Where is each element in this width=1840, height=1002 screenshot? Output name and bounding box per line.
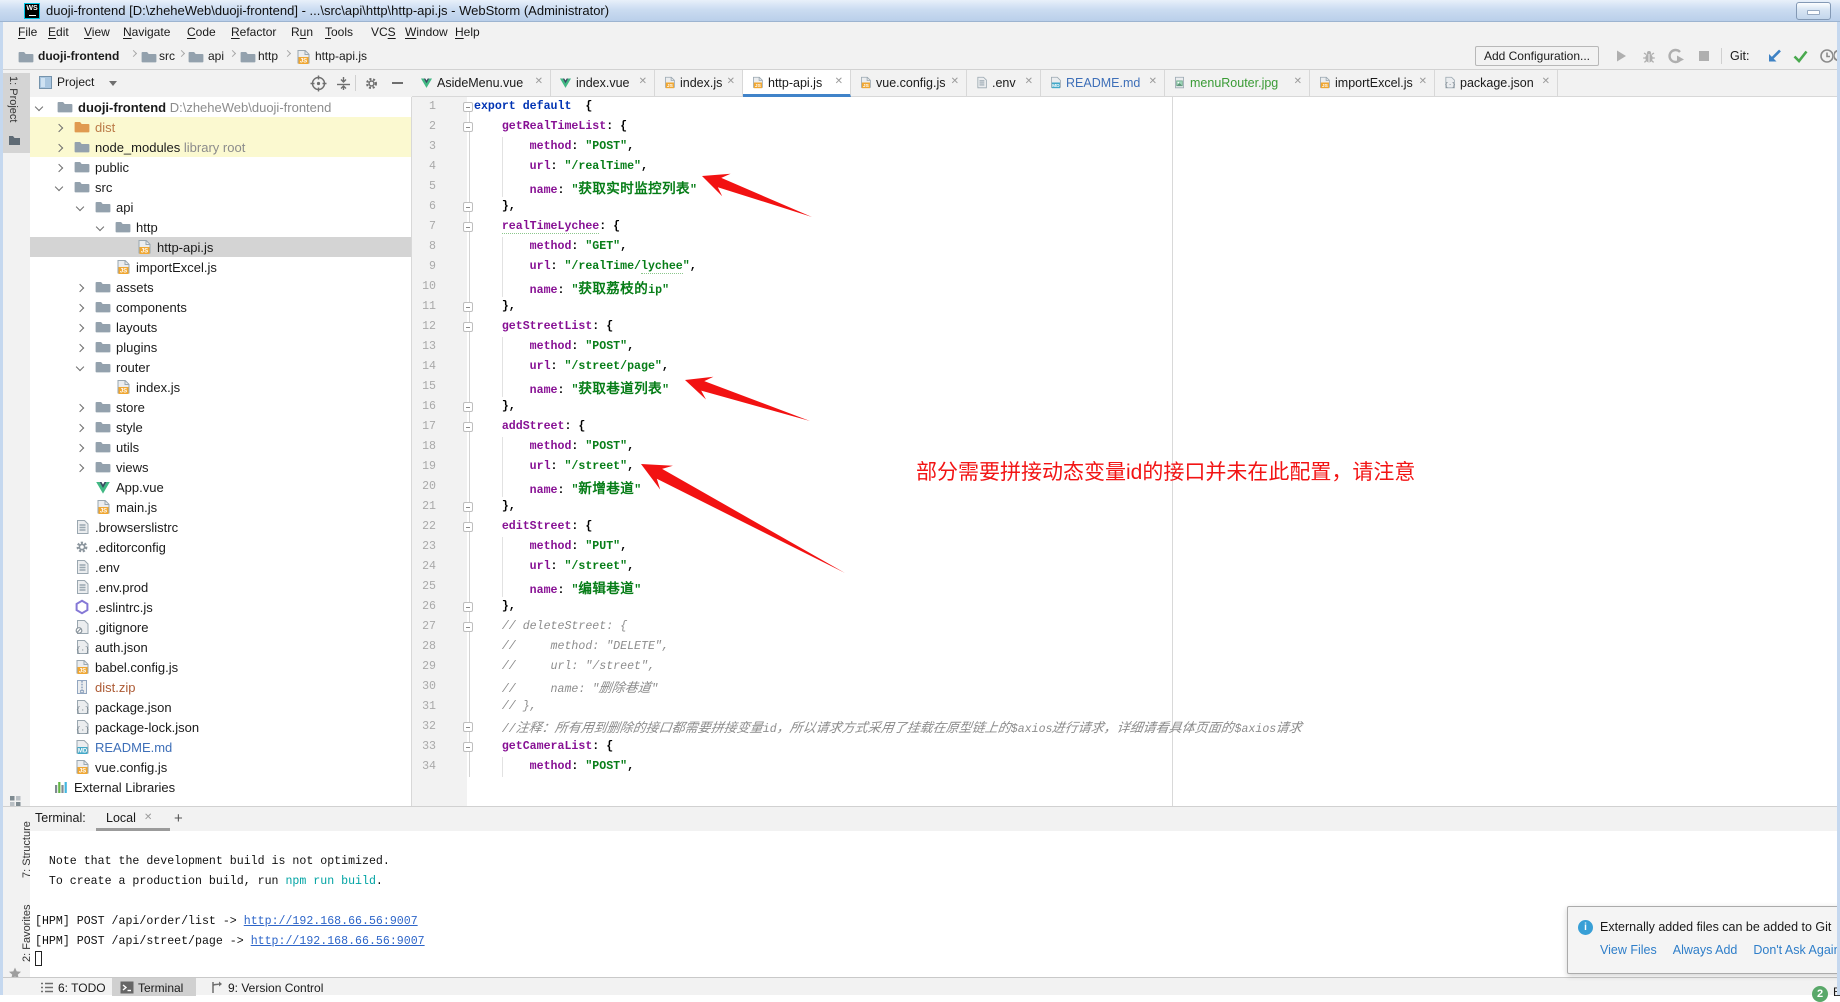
svg-text:MD: MD: [1052, 83, 1060, 89]
svg-text:JS: JS: [667, 83, 674, 89]
svg-text:{·}: {·}: [1445, 82, 1456, 89]
svg-text:JS: JS: [755, 83, 762, 89]
svg-text:JS: JS: [1322, 83, 1329, 89]
svg-text:JS: JS: [300, 59, 307, 65]
svg-text:JS: JS: [863, 83, 870, 89]
